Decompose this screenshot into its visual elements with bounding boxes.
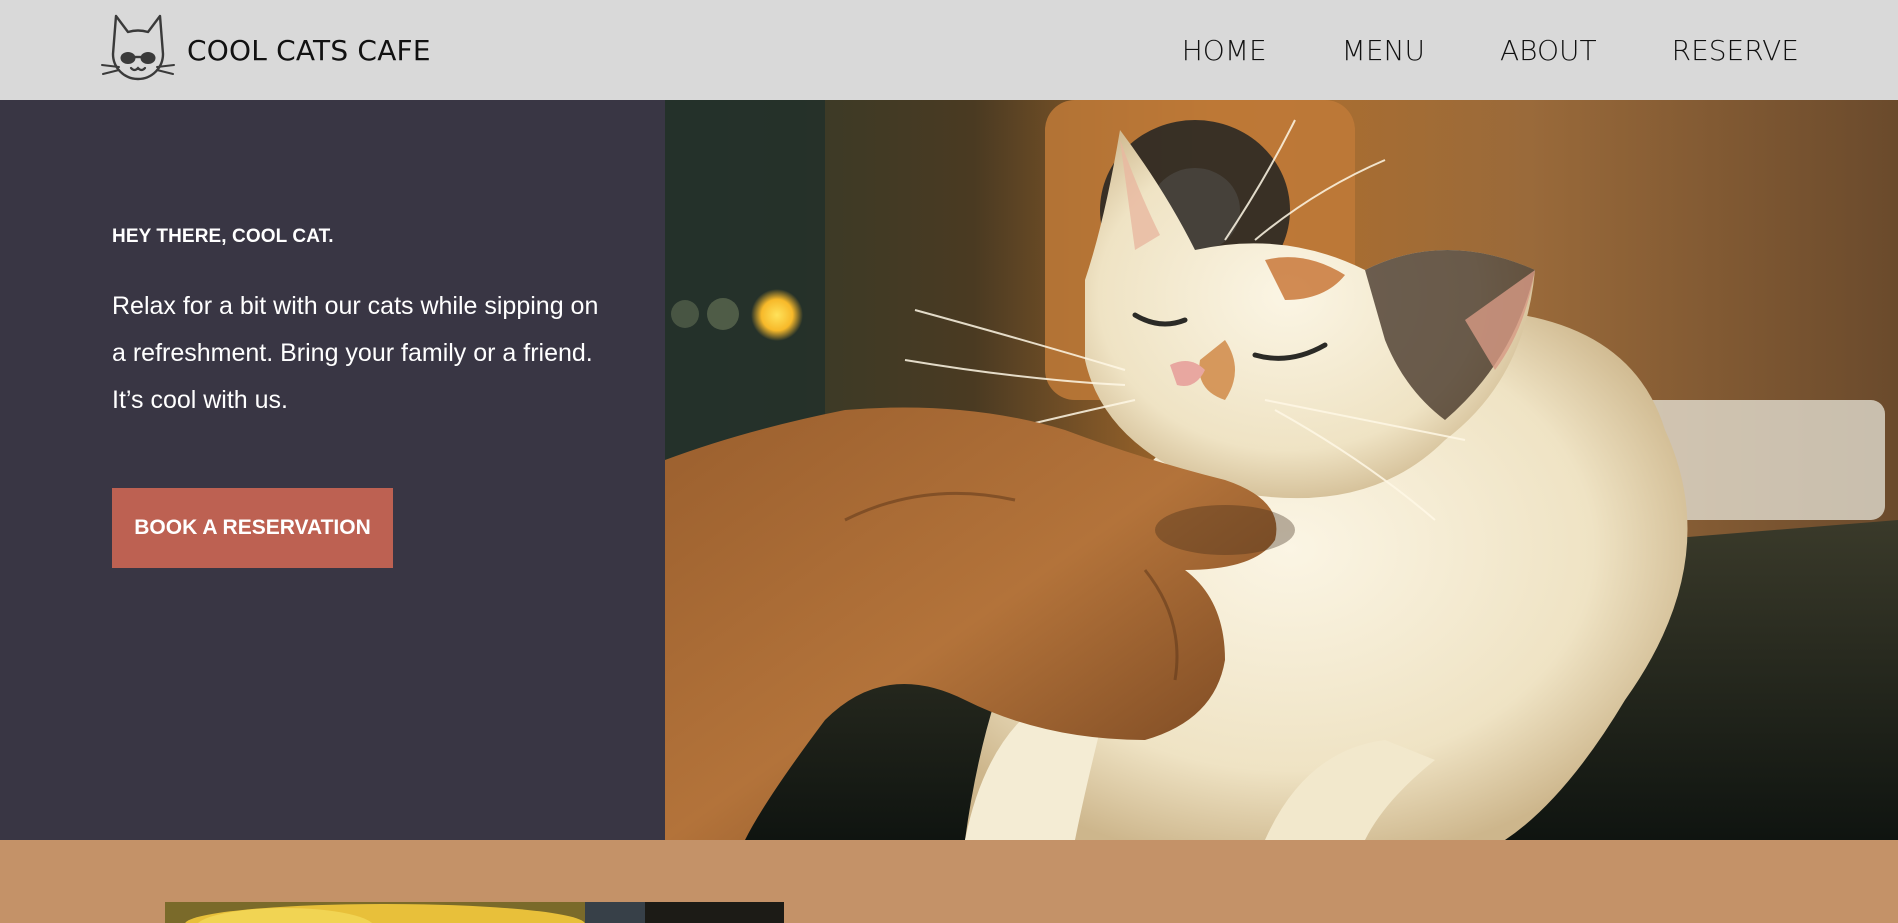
hero-text-panel (0, 100, 665, 840)
main-nav: HOME MENU ABOUT RESERVE (1182, 28, 1799, 72)
section-image (165, 902, 784, 923)
cat-logo-icon (101, 14, 175, 81)
hero-cat-image (665, 100, 1898, 840)
hero-description: Relax for a bit with our cats while sipp… (112, 292, 599, 414)
nav-link-reserve[interactable]: RESERVE (1672, 34, 1799, 67)
nav-link-menu[interactable]: MENU (1342, 34, 1425, 67)
brand-name: COOL CATS CAFE (187, 33, 431, 67)
next-section (0, 840, 1898, 923)
nav-link-home[interactable]: HOME (1182, 34, 1267, 67)
nav-link-about[interactable]: ABOUT (1500, 34, 1597, 67)
book-reservation-button[interactable]: BOOK A RESERVATION (112, 488, 393, 568)
site-header: COOL CATS CAFE HOME MENU ABOUT RESERVE (0, 0, 1898, 100)
section-image-illustration (165, 902, 784, 923)
brand-home-link[interactable]: COOL CATS CAFE (100, 12, 431, 88)
hero-eyebrow: HEY THERE, COOL CAT. (112, 226, 334, 247)
cat-photo-illustration (665, 100, 1898, 840)
